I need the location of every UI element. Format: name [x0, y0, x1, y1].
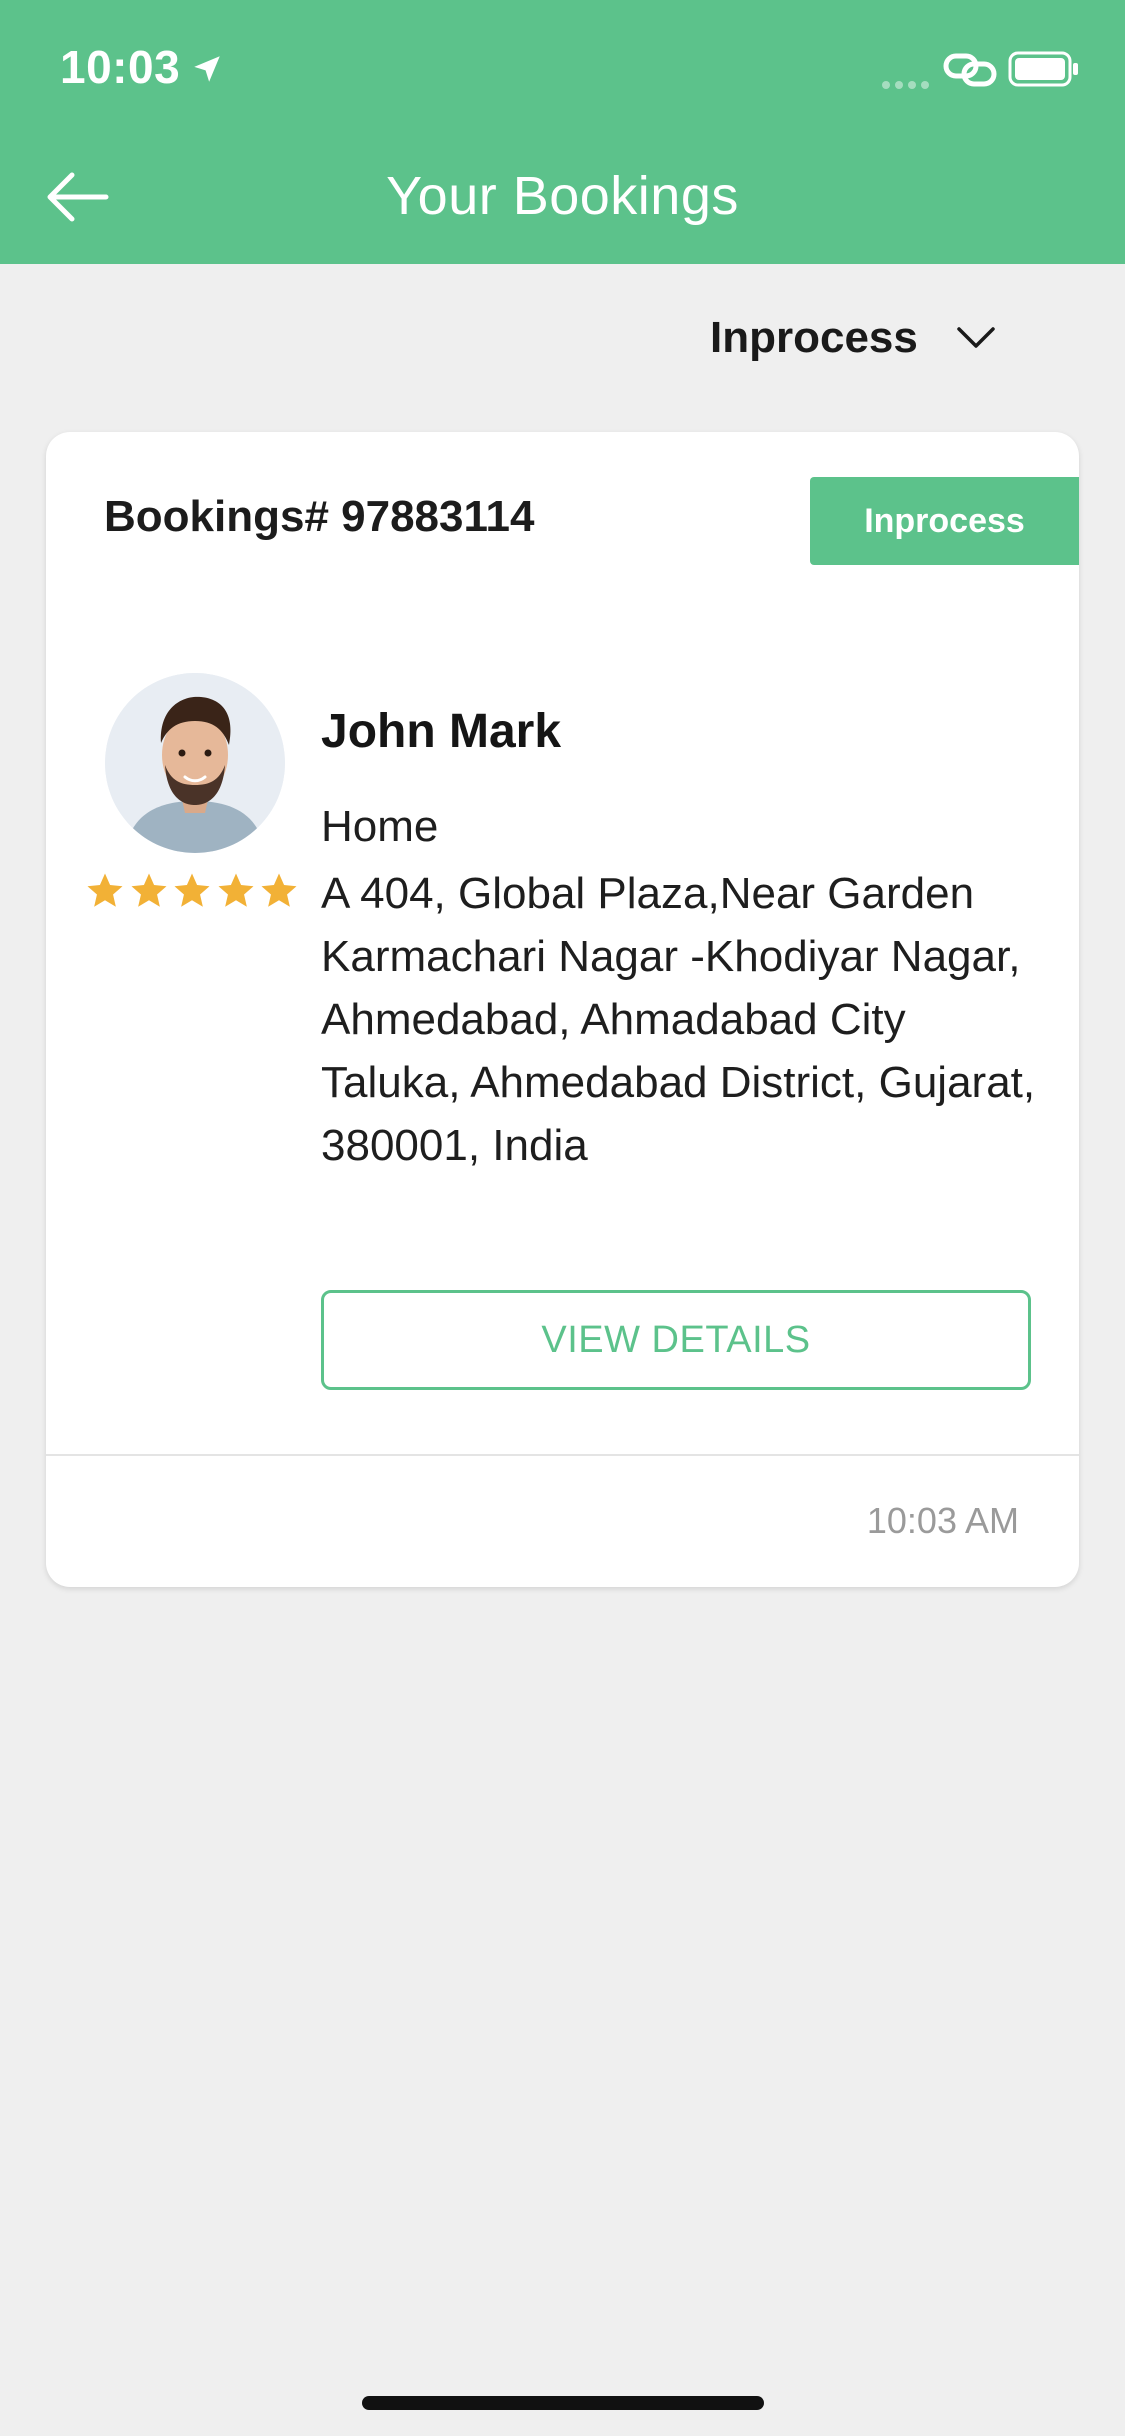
link-icon: [943, 53, 997, 87]
booking-card[interactable]: Bookings# 97883114 Inprocess John Mark H…: [46, 432, 1079, 1587]
star-icon: [131, 873, 166, 907]
home-indicator: [362, 2396, 764, 2410]
filter-selected-label: Inprocess: [710, 313, 918, 362]
status-badge: Inprocess: [810, 477, 1079, 565]
signal-dots-icon: [882, 76, 934, 94]
status-filter-dropdown[interactable]: Inprocess: [710, 308, 996, 368]
app-bar: 10:03 Your Bookings: [0, 0, 1125, 264]
address-type: Home: [321, 802, 439, 851]
star-icon: [87, 873, 123, 907]
customer-address: A 404, Global Plaza,Near Garden Karmacha…: [321, 869, 1036, 1170]
chevron-down-icon: [957, 327, 995, 348]
view-details-button[interactable]: VIEW DETAILS: [321, 1290, 1031, 1390]
avatar-photo-icon: [105, 673, 285, 853]
location-arrow-icon: [194, 56, 220, 82]
page-title: Your Bookings: [386, 166, 739, 226]
rating-stars: [84, 870, 302, 912]
card-divider: [46, 1454, 1079, 1456]
status-time: 10:03: [60, 41, 181, 93]
star-icon: [174, 873, 210, 907]
star-icon: [261, 873, 297, 907]
customer-avatar: [105, 673, 285, 853]
battery-icon: [1008, 51, 1078, 87]
booking-number: Bookings# 97883114: [104, 492, 535, 541]
star-icon: [218, 873, 253, 907]
booking-time: 10:03 AM: [866, 1500, 1019, 1541]
customer-name: John Mark: [321, 705, 562, 758]
